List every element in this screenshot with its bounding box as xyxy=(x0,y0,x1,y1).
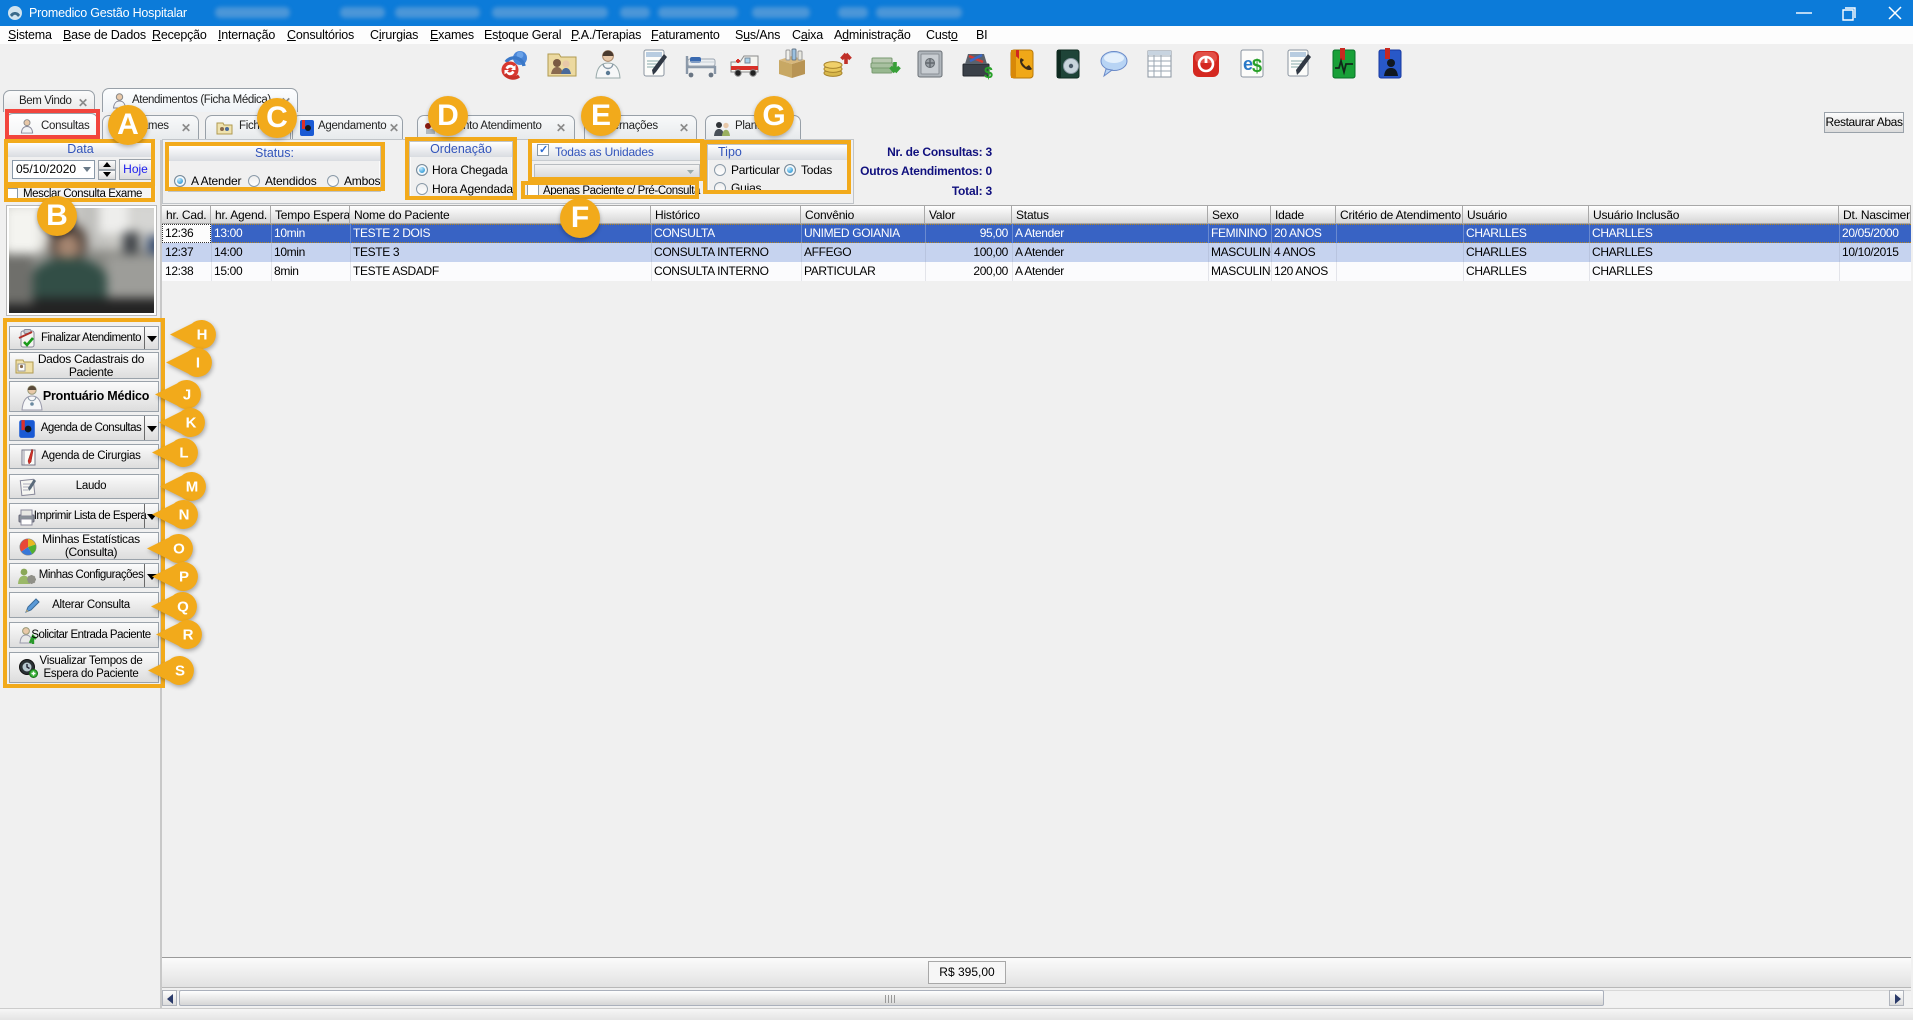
svg-text:L: L xyxy=(179,445,188,462)
svg-text:S: S xyxy=(175,663,185,680)
svg-text:O: O xyxy=(173,541,185,558)
svg-text:H: H xyxy=(197,327,208,344)
svg-text:$: $ xyxy=(1252,56,1262,76)
svg-text:R: R xyxy=(183,627,194,644)
svg-text:P: P xyxy=(179,569,189,586)
svg-text:K: K xyxy=(186,415,197,432)
svg-text:Q: Q xyxy=(177,599,189,616)
svg-text:I: I xyxy=(196,355,200,372)
svg-text:$: $ xyxy=(984,65,993,82)
svg-text:J: J xyxy=(183,387,191,404)
svg-text:N: N xyxy=(179,507,190,524)
svg-text:M: M xyxy=(186,479,199,496)
